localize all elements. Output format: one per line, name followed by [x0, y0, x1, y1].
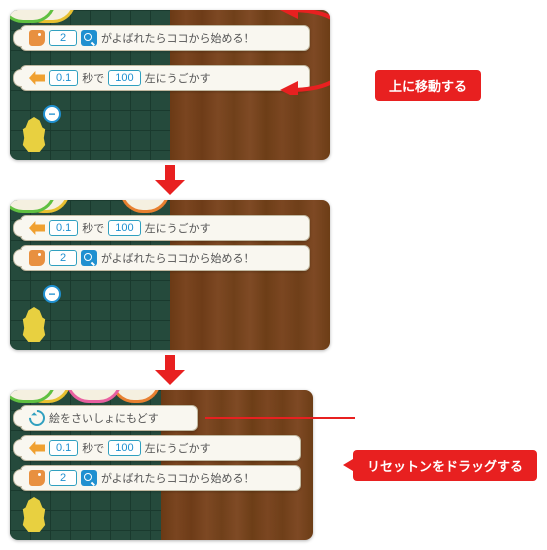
move-block[interactable]: 0.1 秒で 100 左にうごかす	[20, 435, 301, 461]
event-text: がよばれたらココから始める！	[101, 250, 254, 266]
character-icon	[29, 250, 45, 266]
move-block[interactable]: 0.1 秒で 100 左にうごかす	[20, 65, 310, 91]
distance-value[interactable]: 100	[108, 70, 140, 86]
reset-text: 絵をさいしょにもどす	[49, 410, 159, 426]
character-icon	[29, 470, 45, 486]
distance-value[interactable]: 100	[108, 440, 140, 456]
panel-step-1: 2 がよばれたらココから始める！ 0.1 秒で 100 左にうごかす −	[10, 10, 330, 160]
event-block[interactable]: 2 がよばれたらココから始める！	[20, 465, 301, 491]
direction-text: 左にうごかす	[145, 220, 211, 236]
move-block[interactable]: 0.1 秒で 100 左にうごかす	[20, 215, 310, 241]
seconds-value[interactable]: 0.1	[49, 220, 78, 236]
reset-icon	[26, 407, 49, 430]
curved-arrow-icon	[280, 10, 330, 95]
panel-step-2: 0.1 秒で 100 左にうごかす 2 がよばれたらココから始める！ −	[10, 200, 330, 350]
minus-icon[interactable]: −	[43, 285, 61, 303]
sprite-thumbnail[interactable]	[20, 117, 48, 152]
arrow-down-icon	[155, 165, 185, 195]
direction-text: 左にうごかす	[145, 440, 211, 456]
minus-icon[interactable]: −	[43, 105, 61, 123]
arrow-left-icon	[29, 221, 45, 235]
character-icon	[29, 30, 45, 46]
decorative-shapes	[10, 390, 313, 400]
seconds-label: 秒で	[82, 440, 104, 456]
seconds-value[interactable]: 0.1	[49, 440, 78, 456]
label-drag-reset: リセットンをドラッグする	[353, 450, 537, 481]
direction-text: 左にうごかす	[145, 70, 211, 86]
distance-value[interactable]: 100	[108, 220, 140, 236]
decorative-shapes	[10, 200, 330, 210]
arrow-left-icon	[29, 71, 45, 85]
sprite-thumbnail[interactable]	[20, 497, 48, 532]
event-number[interactable]: 2	[49, 250, 77, 266]
seconds-label: 秒で	[82, 70, 104, 86]
arrow-left-icon	[29, 441, 45, 455]
search-icon[interactable]	[81, 250, 97, 266]
seconds-value[interactable]: 0.1	[49, 70, 78, 86]
event-number[interactable]: 2	[49, 30, 77, 46]
search-icon[interactable]	[81, 30, 97, 46]
search-icon[interactable]	[81, 470, 97, 486]
label-move-up: 上に移動する	[375, 70, 481, 101]
sprite-thumbnail[interactable]	[20, 307, 48, 342]
arrow-down-icon	[155, 355, 185, 385]
event-number[interactable]: 2	[49, 470, 77, 486]
reset-block[interactable]: 絵をさいしょにもどす	[20, 405, 198, 431]
seconds-label: 秒で	[82, 220, 104, 236]
event-text: がよばれたらココから始める！	[101, 30, 254, 46]
panel-step-3: 絵をさいしょにもどす 0.1 秒で 100 左にうごかす 2 がよばれたらココか…	[10, 390, 313, 540]
event-block[interactable]: 2 がよばれたらココから始める！	[20, 25, 310, 51]
event-text: がよばれたらココから始める！	[101, 470, 254, 486]
event-block[interactable]: 2 がよばれたらココから始める！	[20, 245, 310, 271]
